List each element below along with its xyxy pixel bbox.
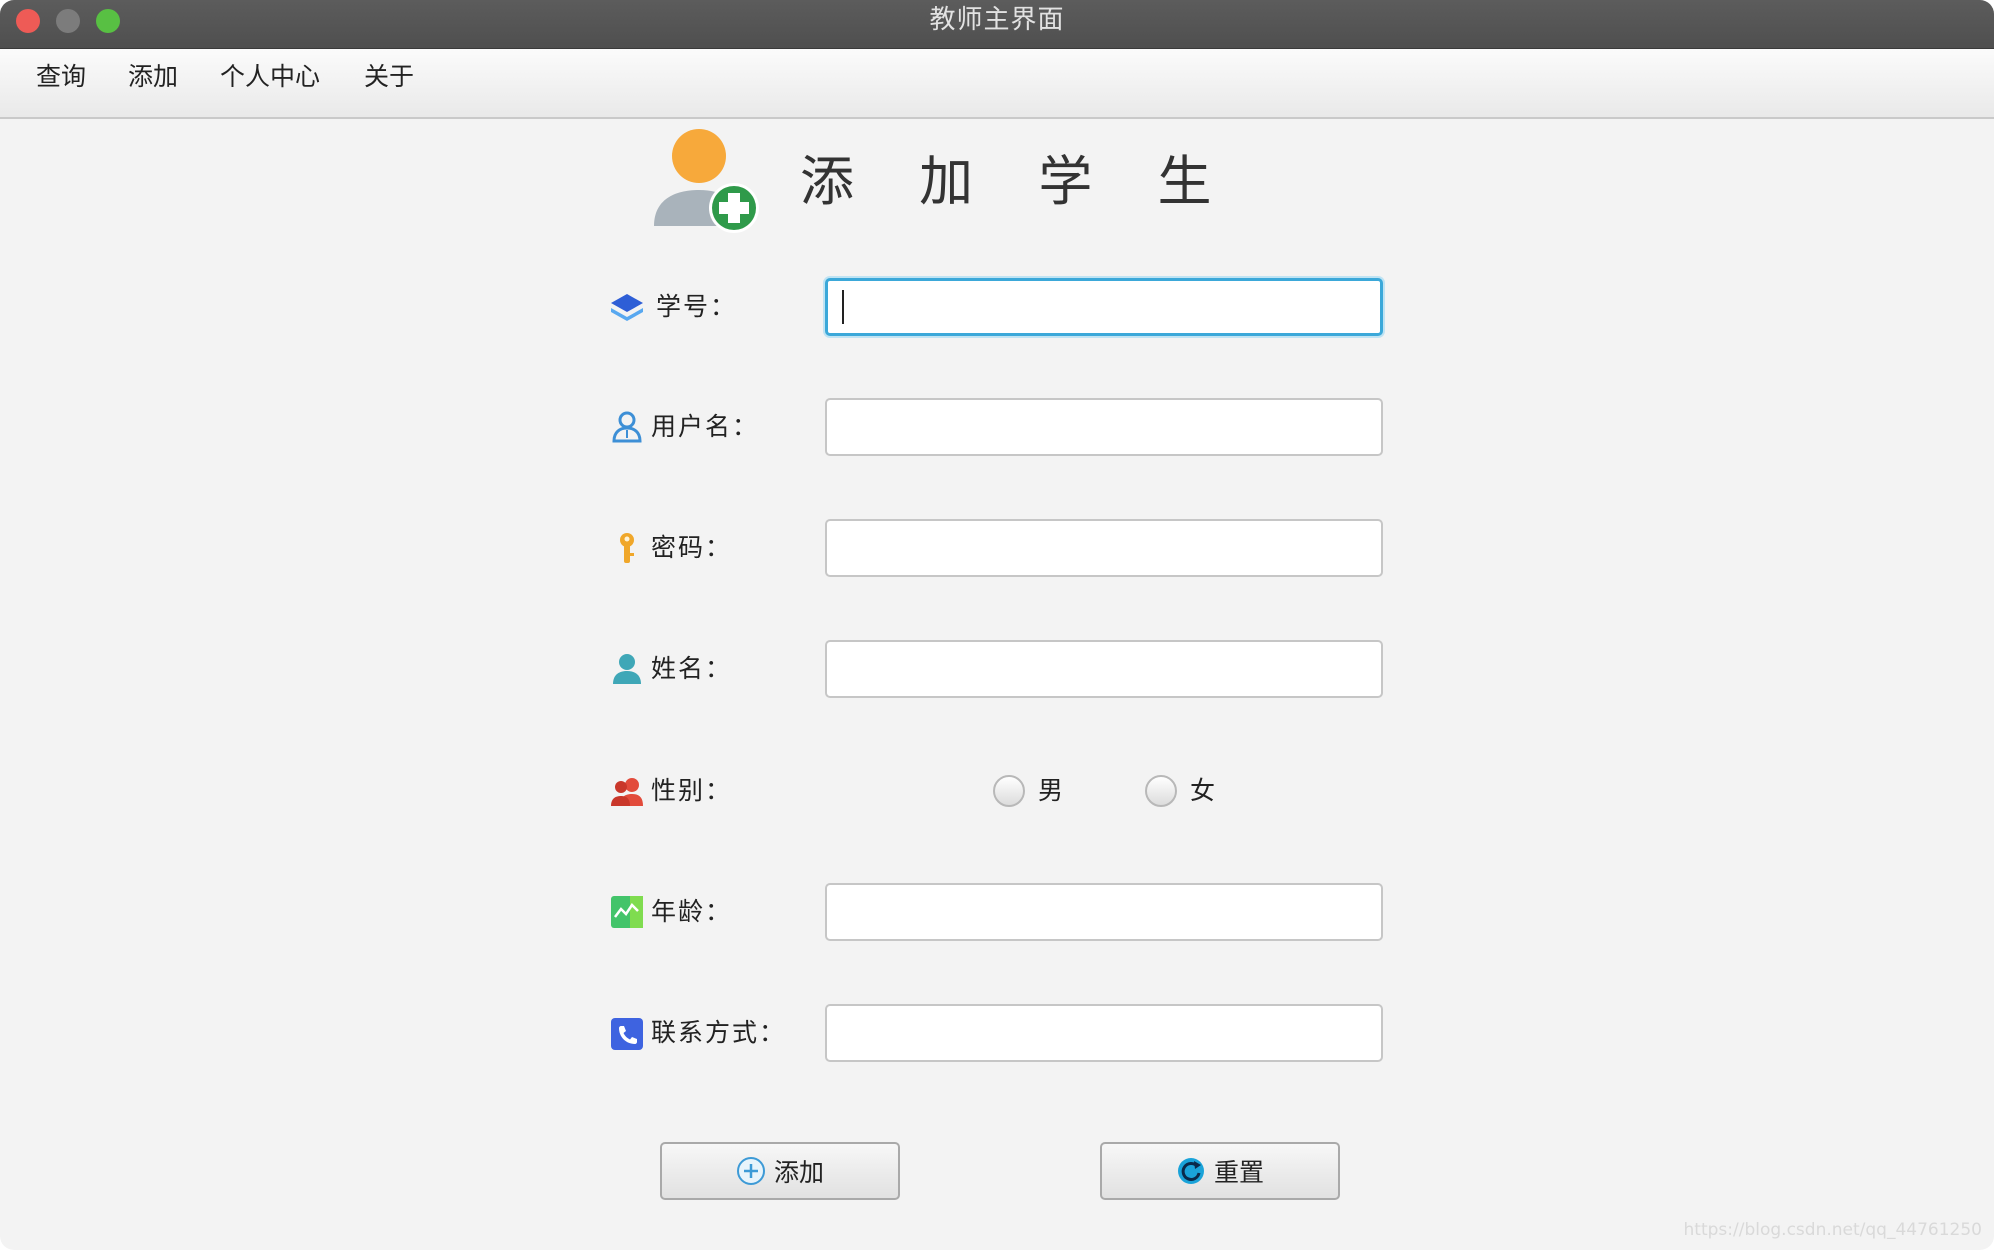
text-caret: [842, 290, 844, 324]
password-input[interactable]: [825, 519, 1383, 577]
age-label: 年龄：: [651, 897, 733, 926]
page-title: 添 加 学 生: [800, 150, 1236, 213]
person-icon: [613, 654, 641, 684]
add-user-icon: [654, 129, 759, 233]
title-bar: 教师主界面: [0, 0, 1994, 49]
users-icon: [611, 778, 643, 806]
name-label: 姓名：: [651, 654, 733, 683]
window-title: 教师主界面: [929, 5, 1065, 35]
gender-female-radio[interactable]: [1145, 775, 1177, 807]
key-icon: [620, 533, 634, 563]
menu-item-personal-center[interactable]: 个人中心: [220, 49, 320, 105]
add-button-label: 添加: [773, 1158, 824, 1187]
contact-input[interactable]: [825, 1004, 1383, 1062]
menu-item-add[interactable]: 添加: [128, 49, 178, 105]
student-id-label: 学号：: [656, 292, 738, 321]
username-label: 用户名：: [651, 412, 760, 441]
app-window: 教师主界面 查询 添加 个人中心 关于 添 加 学 生 学号： 用户名： 密码：…: [0, 0, 1994, 1250]
contact-label: 联系方式：: [651, 1018, 787, 1047]
chart-icon: [611, 896, 643, 928]
user-outline-icon: [612, 411, 642, 443]
menu-bar: 查询 添加 个人中心 关于: [0, 49, 1994, 119]
gender-label: 性别：: [651, 776, 733, 805]
name-input[interactable]: [825, 640, 1383, 698]
reset-button-label: 重置: [1213, 1158, 1264, 1187]
plus-circle-icon: [736, 1157, 765, 1185]
layers-icon: [611, 294, 643, 321]
age-input[interactable]: [825, 883, 1383, 941]
add-button[interactable]: 添加: [660, 1142, 900, 1200]
username-input[interactable]: [825, 398, 1383, 456]
gender-male-label[interactable]: 男: [1038, 771, 1063, 811]
reset-button[interactable]: 重置: [1100, 1142, 1340, 1200]
password-label: 密码：: [651, 533, 733, 562]
menu-item-about[interactable]: 关于: [364, 49, 414, 105]
refresh-icon: [1177, 1158, 1204, 1184]
gender-female-label[interactable]: 女: [1190, 771, 1215, 811]
menu-item-query[interactable]: 查询: [36, 49, 86, 105]
gender-male-radio[interactable]: [993, 775, 1025, 807]
phone-icon: [611, 1018, 643, 1050]
student-id-input[interactable]: [825, 278, 1383, 336]
watermark: https://blog.csdn.net/qq_44761250: [1683, 1220, 1982, 1240]
